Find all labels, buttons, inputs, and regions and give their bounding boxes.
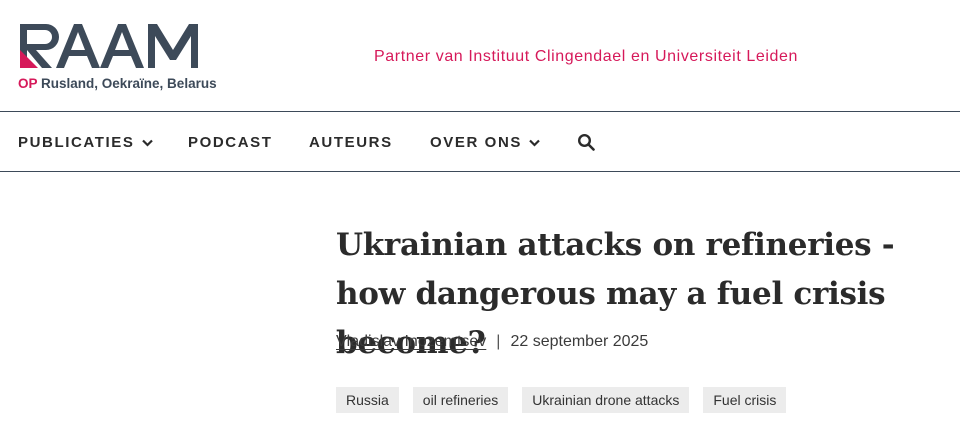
chevron-down-icon [141,139,153,147]
partner-text: Partner van Instituut Clingendael en Uni… [374,48,799,65]
nav-item-publicaties[interactable]: PUBLICATIES [18,134,153,151]
nav-item-over-ons[interactable]: OVER ONS [430,134,540,151]
nav-item-auteurs[interactable]: AUTEURS [309,134,393,151]
tag-russia[interactable]: Russia [336,387,399,413]
raam-logo[interactable]: OP Rusland, Oekraïne, Belarus [18,20,228,96]
nav-bottom-divider [0,171,960,172]
tag-oil-refineries[interactable]: oil refineries [412,387,509,413]
nav-item-podcast[interactable]: PODCAST [188,134,273,151]
meta-separator: | [496,333,501,350]
author-link[interactable]: Vladislav Inozemtsev [336,333,486,351]
main-nav: PUBLICATIES PODCAST AUTEURS OVER ONS [0,112,960,171]
article-date: 22 september 2025 [510,333,649,350]
raam-logo-mark [20,24,198,68]
search-icon[interactable] [577,133,595,151]
nav-item-publicaties-label: PUBLICATIES [18,134,135,151]
tag-list: Russia oil refineries Ukrainian drone at… [336,387,787,413]
tag-ukrainian-drone-attacks[interactable]: Ukrainian drone attacks [522,387,690,413]
logo-subtitle-text: Rusland, Oekraïne, Belarus [37,76,217,91]
nav-item-podcast-label: PODCAST [188,134,273,151]
chevron-down-icon [529,139,540,147]
logo-subtitle-op: OP [18,76,38,91]
nav-item-auteurs-label: AUTEURS [309,134,393,151]
site-header: OP Rusland, Oekraïne, Belarus Partner va… [0,0,960,112]
tag-fuel-crisis[interactable]: Fuel crisis [703,387,787,413]
logo-subtitle: OP Rusland, Oekraïne, Belarus [18,76,217,91]
article-meta: Vladislav Inozemtsev | 22 september 2025 [336,333,648,351]
nav-item-over-ons-label: OVER ONS [430,134,522,151]
